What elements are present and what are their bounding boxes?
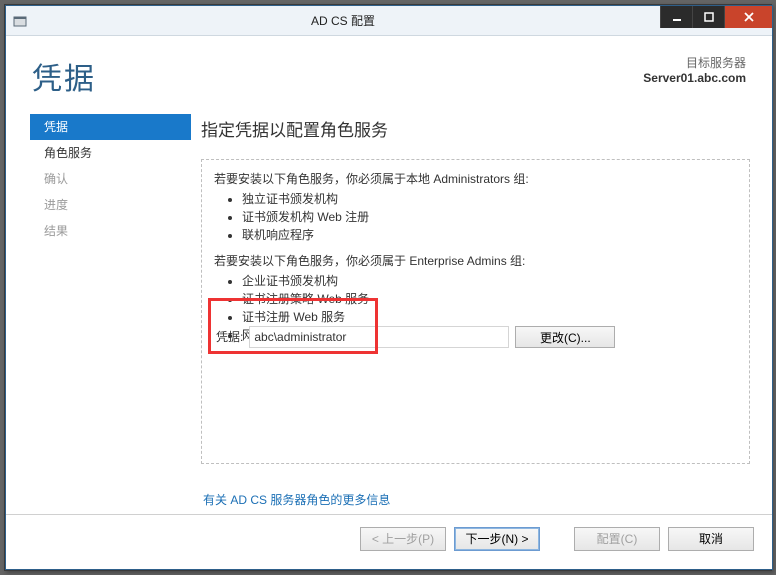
more-info-link[interactable]: 有关 AD CS 服务器角色的更多信息 bbox=[201, 483, 750, 514]
content-heading: 指定凭据以配置角色服务 bbox=[201, 116, 750, 141]
credentials-input[interactable] bbox=[249, 326, 509, 348]
target-server-host: Server01.abc.com bbox=[643, 71, 746, 85]
section1-intro: 若要安装以下角色服务，你必须属于本地 Administrators 组: bbox=[214, 170, 737, 188]
section1-list: 独立证书颁发机构 证书颁发机构 Web 注册 联机响应程序 bbox=[242, 190, 737, 244]
list-item: 企业证书颁发机构 bbox=[242, 272, 737, 290]
prev-button: < 上一步(P) bbox=[360, 527, 446, 551]
minimize-button[interactable] bbox=[660, 6, 692, 28]
cancel-button[interactable]: 取消 bbox=[668, 527, 754, 551]
footer: < 上一步(P) 下一步(N) > 配置(C) 取消 bbox=[6, 514, 772, 562]
list-item: 证书颁发机构 Web 注册 bbox=[242, 208, 737, 226]
sidebar-item-results[interactable]: 结果 bbox=[30, 218, 191, 244]
page-title: 凭据 bbox=[32, 54, 96, 114]
app-icon bbox=[12, 13, 28, 29]
configure-button: 配置(C) bbox=[574, 527, 660, 551]
credentials-row: 凭据: 更改(C)... bbox=[202, 320, 749, 354]
list-item: 证书注册策略 Web 服务 bbox=[242, 290, 737, 308]
sidebar-item-credentials[interactable]: 凭据 bbox=[30, 114, 191, 140]
list-item: 联机响应程序 bbox=[242, 226, 737, 244]
info-panel: 若要安装以下角色服务，你必须属于本地 Administrators 组: 独立证… bbox=[201, 159, 750, 464]
close-button[interactable] bbox=[724, 6, 772, 28]
sidebar-item-progress[interactable]: 进度 bbox=[30, 192, 191, 218]
wizard-window: AD CS 配置 凭据 目标服务器 Server01.abc.com 凭据 角色… bbox=[5, 5, 773, 570]
credentials-label: 凭据: bbox=[216, 328, 243, 346]
titlebar: AD CS 配置 bbox=[6, 6, 772, 36]
maximize-button[interactable] bbox=[692, 6, 724, 28]
content-pane: 指定凭据以配置角色服务 若要安装以下角色服务，你必须属于本地 Administr… bbox=[191, 114, 772, 514]
change-credentials-button[interactable]: 更改(C)... bbox=[515, 326, 615, 348]
target-server-label: 目标服务器 bbox=[643, 54, 746, 71]
sidebar: 凭据 角色服务 确认 进度 结果 bbox=[6, 114, 191, 514]
sidebar-item-role-services[interactable]: 角色服务 bbox=[30, 140, 191, 166]
sidebar-item-confirm[interactable]: 确认 bbox=[30, 166, 191, 192]
list-item: 独立证书颁发机构 bbox=[242, 190, 737, 208]
section2-intro: 若要安装以下角色服务，你必须属于 Enterprise Admins 组: bbox=[214, 252, 737, 270]
next-button[interactable]: 下一步(N) > bbox=[454, 527, 540, 551]
header: 凭据 目标服务器 Server01.abc.com bbox=[6, 36, 772, 114]
target-server-box: 目标服务器 Server01.abc.com bbox=[643, 54, 746, 114]
